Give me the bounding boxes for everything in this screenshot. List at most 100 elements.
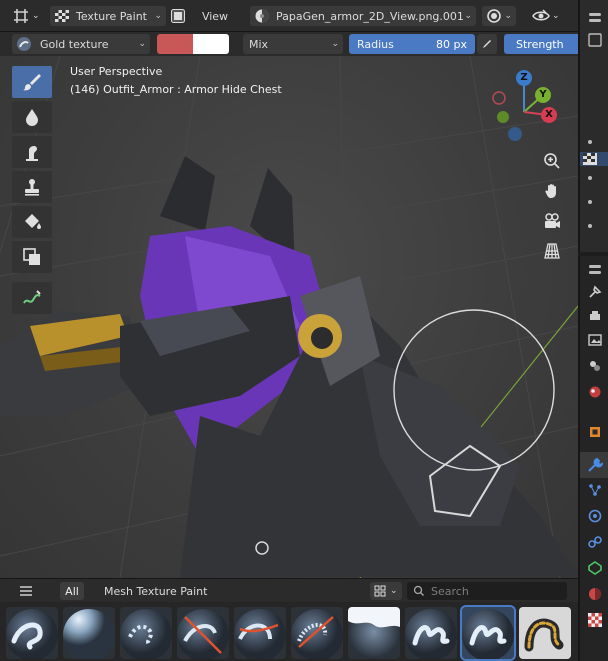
shelf-tab-all[interactable]: All [60,582,84,600]
primary-color-swatch[interactable] [157,34,193,54]
pen-pressure-icon [483,40,491,48]
texture-paint-mode-icon [55,10,69,22]
brush-thumbnail[interactable] [234,607,286,659]
outliner-filter-button[interactable] [585,8,605,28]
smear-tool-button[interactable] [12,136,52,168]
editor-type-icon [14,9,28,23]
outliner-dot [588,224,592,228]
gizmo-z-axis[interactable]: Z [516,70,532,86]
brush-thumbnail[interactable] [120,607,172,659]
tab-material[interactable] [585,584,605,604]
pan-button[interactable] [539,178,565,204]
wrench-icon [588,457,603,472]
search-icon [413,585,424,596]
brush-thumbnail[interactable] [519,607,571,659]
clone-tool-button[interactable] [12,171,52,203]
brush-thumbnail[interactable] [63,607,115,659]
secondary-color-swatch[interactable] [193,34,229,54]
brush-thumbnail[interactable] [348,607,400,659]
tab-view-layer[interactable] [585,356,605,376]
texture-row-icon [583,153,597,165]
brush-preview-2-icon [63,607,115,659]
brush-select[interactable]: Gold texture ⌄ [12,34,150,54]
tab-render[interactable] [585,306,605,326]
editor-type-button[interactable]: ⌄ [8,6,44,26]
camera-view-button[interactable] [539,208,565,234]
brush-thumbnail[interactable] [6,607,58,659]
tab-scene[interactable] [585,382,605,402]
sphere-shading-icon [487,9,501,23]
smear-icon [26,146,38,161]
perspective-toggle-button[interactable] [539,238,565,264]
mesh-data-icon [588,561,602,575]
tab-tool-active[interactable] [580,452,608,478]
mask-icon [23,248,40,265]
magnifier-plus-icon [544,153,560,169]
3d-viewport[interactable]: User Perspective (146) Outfit_Armor : Ar… [0,56,578,578]
asset-shelf [0,602,578,661]
grid-perspective-icon [544,243,560,259]
shelf-tab-catalog-label: Mesh Texture Paint [104,584,208,598]
chevron-down-icon: ⌄ [504,11,512,21]
overlay-visibility-button[interactable]: ⌄ [532,6,568,26]
draw-tool-button[interactable] [12,66,52,98]
object-label: (146) Outfit_Armor : Armor Hide Chest [70,83,282,96]
view-menu-label: View [201,9,229,23]
gizmo-y-axis[interactable]: Y [535,87,551,103]
fill-bucket-icon [25,214,41,229]
tab-particles[interactable] [585,480,605,500]
tab-output[interactable] [585,330,605,350]
shading-select[interactable]: ⌄ [482,6,516,26]
blend-mode-select[interactable]: Mix ⌄ [243,34,343,54]
camera-icon [545,213,560,228]
navigation-gizmo[interactable]: Z Y X [486,68,562,148]
chevron-down-icon: ⌄ [32,11,40,21]
chevron-down-icon: ⌄ [154,11,162,21]
outliner-row-selected[interactable] [580,152,608,166]
chevron-down-icon: ⌄ [138,39,146,49]
brush-name: Gold texture [40,37,109,51]
editor-header: ⌄ Texture Paint ⌄ View PapaGen_armor_2D_… [0,0,578,32]
image-slot-toggle[interactable] [168,6,188,26]
shelf-tab-mesh-texture-paint[interactable]: Mesh Texture Paint [104,582,212,600]
eye-icon [532,9,550,21]
mask-tool-button[interactable] [12,241,52,273]
strength-slider[interactable]: Strength [504,34,578,54]
brush-texture-icon [17,37,31,51]
annotate-tool-button[interactable] [12,282,52,314]
display-settings-button[interactable]: ⌄ [370,582,402,600]
mode-select[interactable]: Texture Paint ⌄ [50,6,166,26]
brush-preview-6-icon [291,607,343,659]
tab-constraints[interactable] [585,532,605,552]
particles-icon [589,484,601,496]
brush-thumbnail[interactable] [291,607,343,659]
image-select[interactable]: PapaGen_armor_2D_View.png.001 ⌄ [250,6,476,26]
outliner-collapse-icon[interactable] [585,30,605,50]
view-menu[interactable]: View [196,6,234,26]
brush-preview-1-icon [6,607,58,659]
outliner-strip [578,0,608,252]
properties-filter-button[interactable] [585,260,605,280]
gizmo-x-axis[interactable]: X [541,107,557,123]
shelf-search-field[interactable]: Search [407,582,567,600]
brush-preview-4-icon [177,607,229,659]
radius-pressure-toggle[interactable] [477,34,497,54]
radius-slider[interactable]: Radius 80 px [349,34,475,54]
zoom-button[interactable] [539,148,565,174]
brush-preview-7-icon [348,607,400,659]
tab-physics[interactable] [585,506,605,526]
tab-object[interactable] [585,422,605,442]
brush-preview-10-icon [519,607,571,659]
tool-icon [589,285,602,298]
tab-tool[interactable] [585,282,605,302]
tab-texture[interactable] [585,610,605,630]
brush-thumbnail-selected[interactable] [460,605,516,661]
tab-data[interactable] [585,558,605,578]
fill-tool-button[interactable] [12,206,52,238]
soften-tool-button[interactable] [12,101,52,133]
brush-thumbnail[interactable] [405,607,457,659]
shelf-menu-button[interactable] [16,583,36,599]
layers-icon [590,361,600,371]
soften-icon [26,109,38,126]
brush-thumbnail[interactable] [177,607,229,659]
